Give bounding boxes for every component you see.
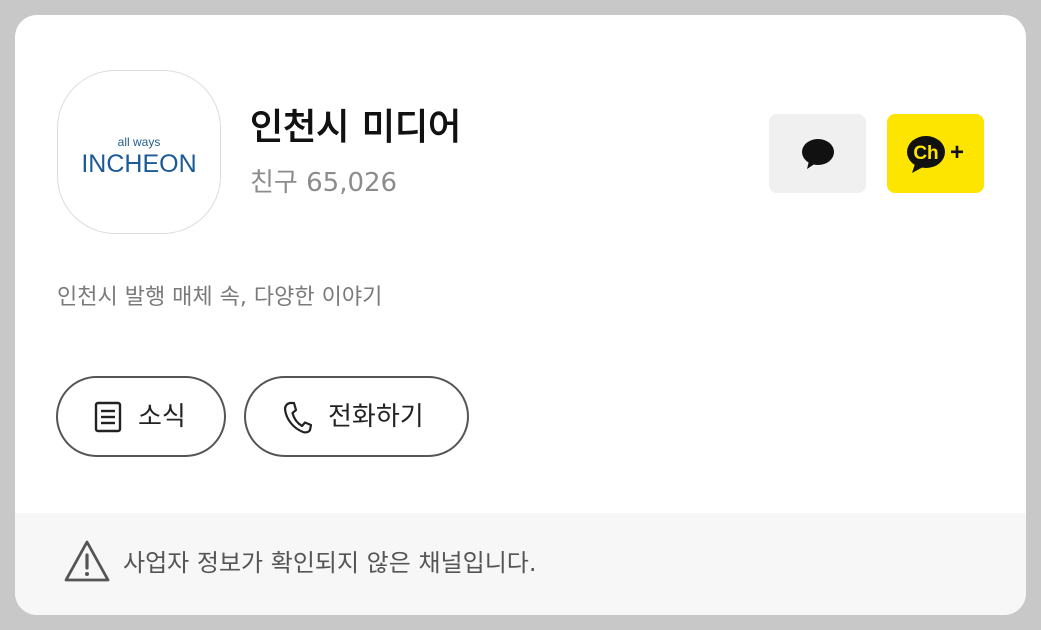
call-label: 전화하기 — [328, 401, 424, 432]
business-info-notice: 사업자 정보가 확인되지 않은 채널입니다. — [15, 513, 1026, 615]
channel-logo: all ways INCHEON — [57, 70, 221, 234]
channel-profile-card: all ways INCHEON 인천시 미디어 친구 65,026 Ch + … — [15, 15, 1026, 615]
channel-description: 인천시 발행 매체 속, 다양한 이야기 — [57, 285, 383, 310]
logo-wordmark: INCHEON — [81, 150, 197, 178]
channel-add-plus: + — [949, 139, 963, 166]
friend-count: 친구 65,026 — [250, 168, 398, 198]
channel-name: 인천시 미디어 — [250, 107, 462, 148]
document-icon — [94, 401, 122, 433]
add-channel-button[interactable]: Ch + — [887, 114, 984, 193]
phone-icon — [282, 400, 312, 434]
news-button[interactable]: 소식 — [56, 376, 226, 457]
warning-icon — [63, 539, 111, 587]
channel-add-icon: Ch + — [906, 135, 964, 173]
speech-bubble-icon — [801, 138, 834, 169]
news-label: 소식 — [138, 401, 186, 432]
logo-tagline: all ways — [117, 135, 161, 149]
chat-button[interactable] — [769, 114, 866, 193]
notice-text: 사업자 정보가 확인되지 않은 채널입니다. — [123, 549, 537, 577]
channel-add-text: Ch — [913, 143, 938, 164]
call-button[interactable]: 전화하기 — [244, 376, 469, 457]
